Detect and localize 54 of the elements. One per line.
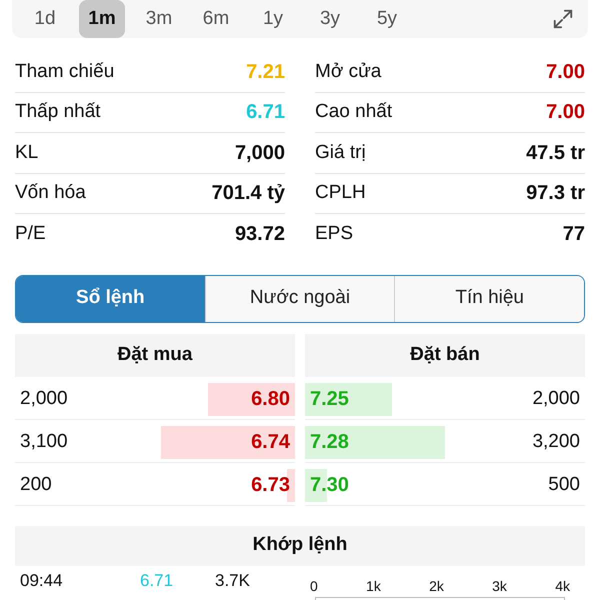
stat-value: 77 <box>562 222 585 248</box>
stat-value: 93.72 <box>234 222 285 248</box>
ask-volume: 2,000 <box>532 386 581 411</box>
stat-value: 97.3 tr <box>526 181 585 206</box>
tab[interactable]: Tín hiệu <box>394 276 584 322</box>
stat-value: 7.00 <box>546 100 585 126</box>
stat-label: Thấp nhất <box>15 100 101 124</box>
trade-volume: 3.7K <box>215 570 250 592</box>
axis-tick-label: 3k <box>492 576 507 596</box>
axis-tick-label: 1k <box>366 576 381 596</box>
axis-tick-label: 4k <box>555 576 570 596</box>
tab[interactable]: Sổ lệnh <box>16 276 205 322</box>
column-header: Đặt bán <box>305 334 585 376</box>
stat-value: 701.4 tỷ <box>212 181 285 206</box>
stat-label: Giá trị <box>315 140 366 164</box>
ask-volume: 500 <box>548 472 581 497</box>
period-tab[interactable]: 1d <box>22 0 68 38</box>
stat-label: Mở cửa <box>315 60 382 84</box>
ask-price: 7.25 <box>309 387 349 412</box>
stat-value: 7.00 <box>546 60 585 85</box>
bid-price: 6.74 <box>251 430 291 455</box>
period-tab[interactable]: 3y <box>307 0 353 38</box>
trade-price: 6.71 <box>140 570 174 592</box>
axis-tick-label: 0 <box>310 576 318 596</box>
bid-volume: 200 <box>19 472 52 497</box>
period-tab[interactable]: 5y <box>364 0 410 38</box>
period-tab[interactable]: 3m <box>136 0 182 38</box>
stat-label: KL <box>15 140 38 164</box>
period-tab[interactable]: 6m <box>193 0 239 38</box>
expand-icon[interactable] <box>552 8 574 30</box>
trade-time: 09:44 <box>19 570 64 592</box>
column-header: Đặt mua <box>15 334 295 376</box>
section-header: Khớp lệnh <box>15 526 585 566</box>
stat-value: 47.5 tr <box>526 140 585 166</box>
stat-label: Cao nhất <box>315 100 392 124</box>
stat-label: Vốn hóa <box>15 181 86 205</box>
bid-price: 6.80 <box>251 387 291 412</box>
bid-volume: 3,100 <box>19 430 68 454</box>
bid-price: 6.73 <box>251 473 291 498</box>
tab[interactable]: Nước ngoài <box>204 276 394 322</box>
stat-value: 6.71 <box>246 100 285 126</box>
stat-label: P/E <box>15 222 46 246</box>
bid-volume: 2,000 <box>19 386 68 411</box>
axis-tick-label: 2k <box>429 576 444 596</box>
stat-label: CPLH <box>315 181 366 205</box>
period-tab[interactable]: 1y <box>250 0 296 38</box>
stat-label: Tham chiếu <box>15 60 114 84</box>
ask-volume: 3,200 <box>532 430 581 454</box>
stat-value: 7,000 <box>234 140 285 166</box>
period-tab[interactable]: 1m <box>79 0 125 38</box>
stat-label: EPS <box>315 222 354 246</box>
stat-value: 7.21 <box>246 60 285 85</box>
ask-price: 7.30 <box>309 473 349 498</box>
ask-price: 7.28 <box>309 430 349 455</box>
